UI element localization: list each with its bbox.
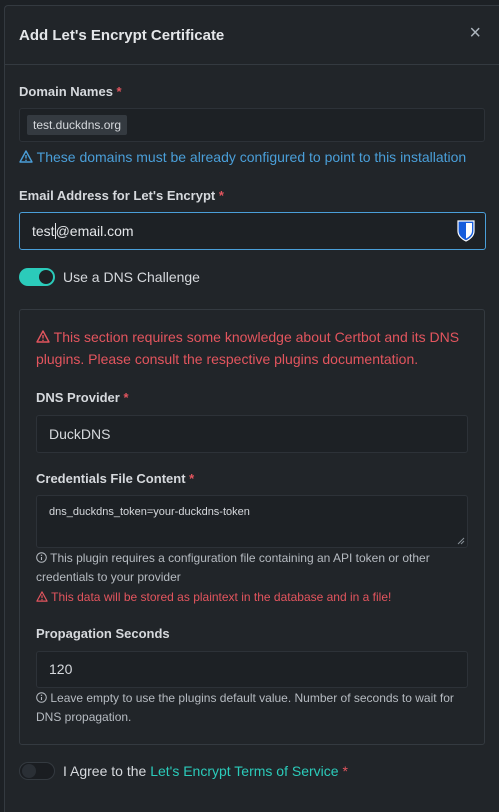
domain-names-label: Domain Names * <box>19 84 122 99</box>
required-marker: * <box>123 390 129 405</box>
credentials-info-text: This plugin requires a configuration fil… <box>36 551 430 584</box>
domain-names-input[interactable]: test.duckdns.org <box>19 108 485 142</box>
email-input[interactable]: test@email.com <box>19 212 486 250</box>
email-value: test@email.com <box>32 223 134 239</box>
credentials-warning: This data will be stored as plaintext in… <box>36 590 391 604</box>
modal-title: Add Let's Encrypt Certificate <box>19 26 225 44</box>
domain-names-label-text: Domain Names <box>19 84 113 99</box>
dns-provider-label: DNS Provider * <box>36 390 129 405</box>
credentials-textarea[interactable]: dns_duckdns_token=your-duckdns-token <box>36 495 468 548</box>
email-label: Email Address for Let's Encrypt * <box>19 188 224 203</box>
required-marker: * <box>189 471 195 486</box>
dns-provider-select[interactable]: DuckDNS <box>36 415 468 453</box>
propagation-info-text: Leave empty to use the plugins default v… <box>36 691 454 724</box>
required-marker: * <box>218 188 224 203</box>
domain-info-note: These domains must be already configured… <box>19 149 466 165</box>
propagation-label-text: Propagation Seconds <box>36 626 170 641</box>
dns-warning: This section requires some knowledge abo… <box>36 326 476 370</box>
credentials-value: dns_duckdns_token=your-duckdns-token <box>49 506 250 518</box>
email-label-text: Email Address for Let's Encrypt <box>19 188 216 203</box>
bitwarden-shield-icon[interactable] <box>456 220 476 247</box>
dns-settings-panel: This section requires some knowledge abo… <box>19 309 485 745</box>
dns-challenge-label[interactable]: Use a DNS Challenge <box>63 269 200 285</box>
credentials-warning-text: This data will be stored as plaintext in… <box>51 590 392 604</box>
agree-tos-label[interactable]: I Agree to the Let's Encrypt Terms of Se… <box>63 763 348 779</box>
warning-triangle-icon <box>36 591 48 602</box>
credentials-info-note: This plugin requires a configuration fil… <box>36 549 466 587</box>
dns-warning-text: This section requires some knowledge abo… <box>36 329 460 367</box>
propagation-input[interactable]: 120 <box>36 651 468 688</box>
propagation-value: 120 <box>49 661 73 677</box>
agree-prefix: I Agree to the <box>63 763 147 779</box>
agree-tos-toggle[interactable] <box>19 762 55 780</box>
resize-handle-icon[interactable] <box>457 537 465 545</box>
dns-challenge-toggle[interactable] <box>19 268 55 286</box>
modal-header: Add Let's Encrypt Certificate × <box>5 6 499 65</box>
info-circle-icon <box>36 692 47 703</box>
toggle-knob <box>39 270 53 284</box>
tos-link[interactable]: Let's Encrypt Terms of Service <box>150 763 338 779</box>
dns-provider-label-text: DNS Provider <box>36 390 120 405</box>
domain-chip[interactable]: test.duckdns.org <box>27 115 128 135</box>
close-icon[interactable]: × <box>469 23 481 43</box>
required-marker: * <box>116 84 122 99</box>
required-marker: * <box>342 763 348 779</box>
propagation-label: Propagation Seconds <box>36 626 170 641</box>
warning-triangle-icon <box>19 150 33 163</box>
dns-provider-value: DuckDNS <box>49 426 111 442</box>
propagation-info-note: Leave empty to use the plugins default v… <box>36 689 468 727</box>
toggle-knob <box>22 764 36 778</box>
credentials-label: Credentials File Content * <box>36 471 194 486</box>
warning-triangle-icon <box>36 330 50 343</box>
info-circle-icon <box>36 552 47 563</box>
domain-info-text: These domains must be already configured… <box>36 149 467 165</box>
credentials-label-text: Credentials File Content <box>36 471 186 486</box>
